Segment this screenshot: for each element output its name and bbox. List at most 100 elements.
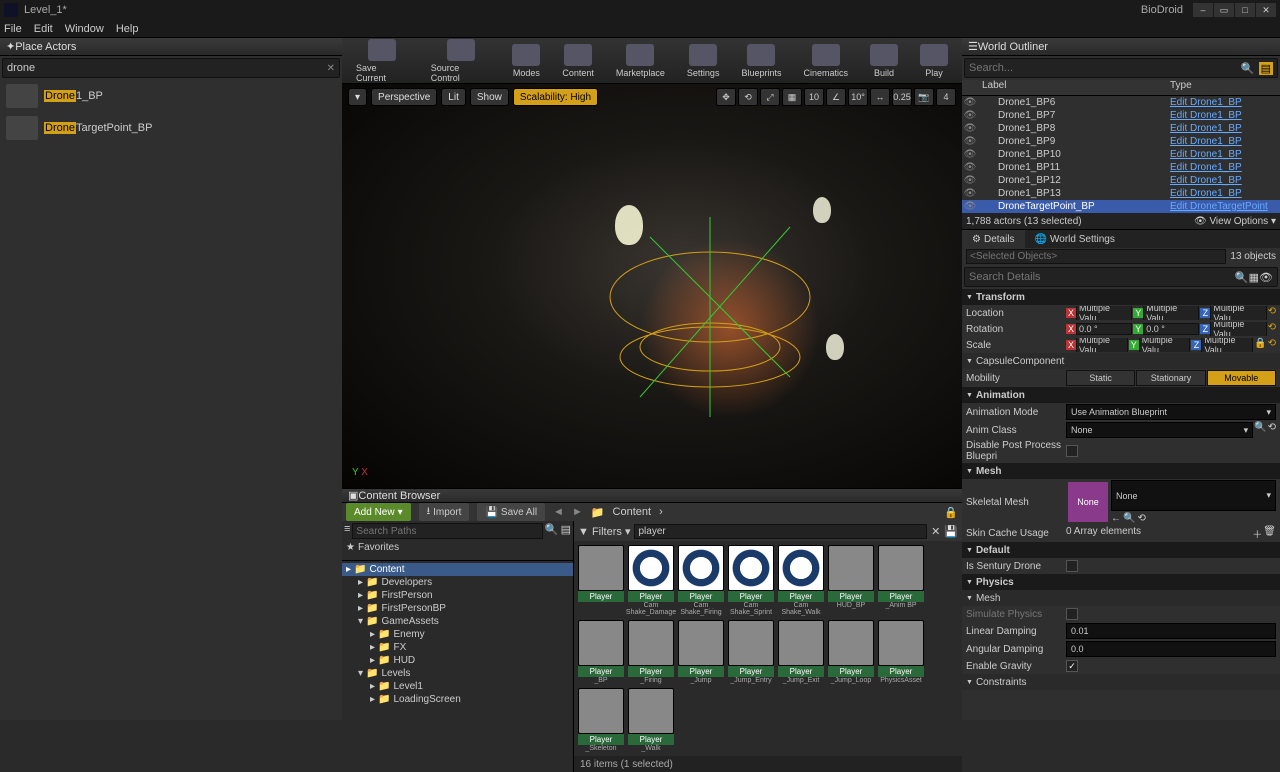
toolbar-source-control[interactable]: Source Control	[423, 37, 499, 85]
asset-item[interactable]: Player_Skeleton	[578, 688, 624, 752]
reset-icon[interactable]: ⟲	[1268, 306, 1276, 320]
visibility-icon[interactable]: 👁	[962, 123, 978, 134]
tree-item[interactable]: ▸ 📁 Level1	[342, 680, 573, 693]
search-icon[interactable]: 🔍	[1254, 422, 1266, 438]
toolbar-play[interactable]: Play	[912, 42, 956, 80]
viewport-scalability[interactable]: Scalability: High	[513, 88, 598, 106]
reset-icon[interactable]: ⟲	[1268, 422, 1276, 438]
toolbar-settings[interactable]: Settings	[679, 42, 728, 80]
asset-item[interactable]: Player_Jump_Loop	[828, 620, 874, 684]
asset-item[interactable]: PlayerHUD_BP	[828, 545, 874, 616]
asset-item[interactable]: Player_Firing	[628, 620, 674, 684]
place-actors-search[interactable]: ✕	[2, 58, 340, 78]
vp-scale-snap[interactable]: 0.25	[892, 88, 912, 106]
place-actors-search-input[interactable]	[7, 62, 327, 74]
tab-details[interactable]: ⚙ Details	[962, 230, 1025, 248]
asset-item[interactable]: Player_Jump_Entry	[728, 620, 774, 684]
asset-item[interactable]: Player	[578, 545, 624, 616]
visibility-icon[interactable]: 👁	[962, 110, 978, 121]
reset-icon[interactable]: ⟲	[1268, 322, 1276, 336]
breadcrumb[interactable]: Content	[613, 506, 652, 518]
viewport-perspective[interactable]: Perspective	[371, 88, 437, 106]
place-actor-item[interactable]: DroneTargetPoint_BP	[0, 112, 342, 144]
sentry-checkbox[interactable]	[1066, 560, 1078, 572]
details-search[interactable]: 🔍 ▦ 👁	[964, 267, 1278, 287]
toolbar-modes[interactable]: Modes	[504, 42, 548, 80]
viewport[interactable]: ▾ Perspective Lit Show Scalability: High…	[342, 84, 962, 488]
section-animation[interactable]: Animation	[962, 387, 1280, 403]
settings-icon[interactable]: ▤	[561, 523, 571, 539]
menu-window[interactable]: Window	[65, 23, 104, 35]
asset-item[interactable]: Player_BP	[578, 620, 624, 684]
tree-item[interactable]: ▸ 📁 Enemy	[342, 628, 573, 641]
tree-item[interactable]: ▸ 📁 Developers	[342, 576, 573, 589]
section-mesh[interactable]: Mesh	[962, 463, 1280, 479]
mobility-movable[interactable]: Movable	[1207, 370, 1276, 386]
section-mesh2[interactable]: Mesh	[962, 590, 1280, 606]
add-new-button[interactable]: Add New ▾	[346, 503, 411, 521]
outliner-row[interactable]: 👁Drone1_BP10Edit Drone1_BP	[962, 148, 1280, 161]
toolbar-save-current[interactable]: Save Current	[348, 37, 417, 85]
filters-button[interactable]: ▼ Filters ▾	[578, 525, 630, 538]
view-options-button[interactable]: 👁 View Options ▾	[1194, 216, 1276, 227]
visibility-icon[interactable]: 👁	[962, 97, 978, 108]
toolbar-blueprints[interactable]: Blueprints	[733, 42, 789, 80]
search-icon[interactable]: 🔍	[1241, 62, 1255, 75]
tree-item[interactable]: ▸ 📁 FirstPersonBP	[342, 602, 573, 615]
menu-file[interactable]: File	[4, 23, 22, 35]
tree-item[interactable]: ▸ 📁 HUD	[342, 654, 573, 667]
anim-class-dropdown[interactable]: None▾	[1066, 422, 1253, 438]
vp-scale-icon[interactable]: ⤢	[760, 88, 780, 106]
outliner-settings-icon[interactable]: ▤	[1259, 62, 1273, 75]
vp-grid-snap[interactable]: 10	[804, 88, 824, 106]
menu-edit[interactable]: Edit	[34, 23, 53, 35]
breadcrumb-folder-icon[interactable]: 📁	[591, 506, 605, 519]
outliner-row[interactable]: 👁Drone1_BP9Edit Drone1_BP	[962, 135, 1280, 148]
col-type[interactable]: Type	[1170, 80, 1280, 95]
outliner-row[interactable]: 👁DroneTargetPoint_BPEdit DroneTargetPoin…	[962, 200, 1280, 213]
mobility-static[interactable]: Static	[1066, 370, 1135, 386]
toolbar-marketplace[interactable]: Marketplace	[608, 42, 673, 80]
vp-angle-snap[interactable]: 10°	[848, 88, 868, 106]
place-actor-item[interactable]: Drone1_BP	[0, 80, 342, 112]
viewport-lit[interactable]: Lit	[441, 88, 466, 106]
details-search-input[interactable]	[969, 271, 1235, 283]
mesh-thumbnail[interactable]: None	[1068, 482, 1108, 522]
asset-search-input[interactable]	[634, 524, 927, 539]
eye-icon[interactable]: 👁	[1259, 271, 1273, 284]
sources-search-input[interactable]	[352, 523, 542, 539]
use-icon[interactable]: ←	[1111, 513, 1121, 524]
visibility-icon[interactable]: 👁	[962, 175, 978, 186]
vp-snap-icon[interactable]: ▦	[782, 88, 802, 106]
viewport-show[interactable]: Show	[470, 88, 509, 106]
visibility-icon[interactable]: 👁	[962, 149, 978, 160]
vp-move-icon[interactable]: ✥	[716, 88, 736, 106]
angular-damping-field[interactable]: 0.0	[1066, 641, 1276, 657]
history-back-icon[interactable]: ◄	[553, 506, 564, 518]
tree-item[interactable]: ▸ 📁 LoadingScreen	[342, 693, 573, 706]
history-fwd-icon[interactable]: ►	[572, 506, 583, 518]
browse-icon[interactable]: 🔍	[1123, 513, 1135, 524]
vp-scale-icon2[interactable]: ↔	[870, 88, 890, 106]
asset-item[interactable]: PlayerCam Shake_Sprint	[728, 545, 774, 616]
tree-item[interactable]: ▾ 📁 Levels	[342, 667, 573, 680]
asset-item[interactable]: PlayerCam Shake_Damage	[628, 545, 674, 616]
lock-scale-icon[interactable]: 🔒	[1254, 338, 1266, 352]
tree-item[interactable]: ▾ 📁 GameAssets	[342, 615, 573, 628]
add-element-icon[interactable]: ＋	[1252, 526, 1262, 541]
outliner-row[interactable]: 👁Drone1_BP13Edit Drone1_BP	[962, 187, 1280, 200]
tree-item[interactable]: ▸ 📁 FX	[342, 641, 573, 654]
asset-item[interactable]: Player_Jump_Exit	[778, 620, 824, 684]
tab-world-settings[interactable]: 🌐 World Settings	[1025, 230, 1125, 248]
vp-camera-icon[interactable]: 📷	[914, 88, 934, 106]
menu-help[interactable]: Help	[116, 23, 139, 35]
outliner-row[interactable]: 👁Drone1_BP12Edit Drone1_BP	[962, 174, 1280, 187]
favorites-item[interactable]: ★ Favorites	[342, 541, 573, 554]
maximize-button[interactable]: □	[1235, 3, 1255, 17]
section-transform[interactable]: Transform	[962, 289, 1280, 305]
import-button[interactable]: ⭳ Import	[419, 503, 470, 521]
lock-icon[interactable]: 🔒	[944, 506, 958, 519]
tree-item[interactable]: ▸ 📁 Content	[342, 563, 573, 576]
asset-item[interactable]: Player_Walk	[628, 688, 674, 752]
tree-item[interactable]: ▸ 📁 FirstPerson	[342, 589, 573, 602]
